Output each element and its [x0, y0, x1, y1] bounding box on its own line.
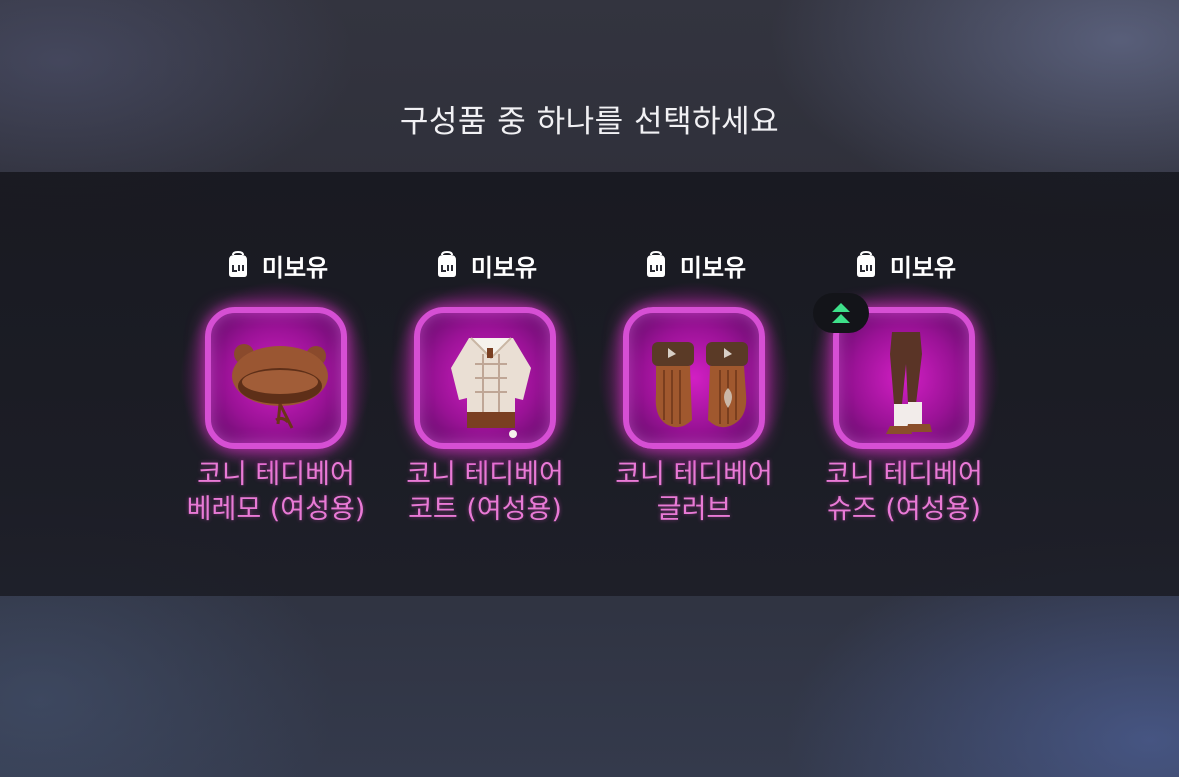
item-card-coat[interactable]: 미보유 코니 테디베어 코트 (여성용) — [388, 243, 582, 527]
item-slot[interactable] — [179, 281, 373, 475]
item-frame — [205, 307, 347, 449]
coat-icon — [451, 337, 531, 438]
item-slot[interactable] — [388, 281, 582, 475]
bag-icon — [437, 251, 456, 277]
gloves-icon — [652, 342, 748, 428]
ownership-status-label: 미보유 — [679, 253, 747, 282]
item-card-beret[interactable]: 미보유 코니 테디베어 베레모 (여성용) — [179, 243, 373, 527]
beret-icon — [232, 344, 328, 429]
bag-icon — [646, 251, 665, 277]
ownership-status-label: 미보유 — [261, 253, 329, 282]
component-selection-panel — [0, 172, 1179, 596]
upgrade-badge — [813, 293, 869, 333]
item-slot[interactable] — [597, 281, 791, 475]
shoes-icon — [886, 332, 932, 434]
double-chevron-up-icon — [832, 303, 850, 323]
page-title: 구성품 중 하나를 선택하세요 — [399, 104, 780, 140]
item-card-shoes[interactable]: 미보유 코니 테디베어 슈즈 (여성용) — [807, 243, 1001, 527]
item-frame — [414, 307, 556, 449]
bag-icon — [228, 251, 247, 277]
ownership-status-label: 미보유 — [470, 253, 538, 282]
item-frame — [623, 307, 765, 449]
bag-icon — [856, 251, 875, 277]
item-slot[interactable] — [807, 281, 1001, 475]
ownership-status-label: 미보유 — [889, 253, 957, 282]
item-card-gloves[interactable]: 미보유 코니 테디베어 글러브 — [597, 243, 791, 527]
